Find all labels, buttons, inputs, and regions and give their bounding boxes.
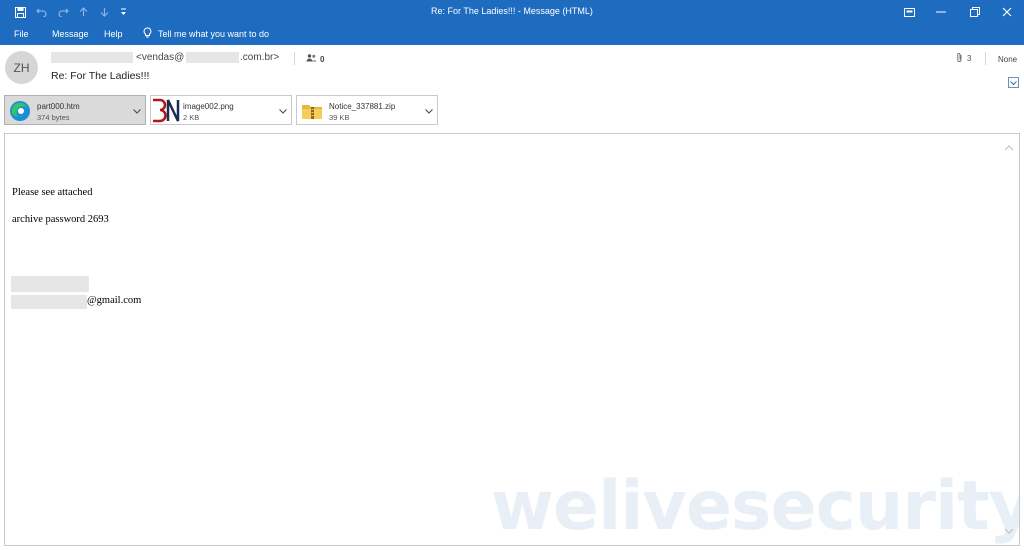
tell-me-search[interactable]: Tell me what you want to do (143, 27, 269, 41)
window-title: Re: For The Ladies!!! - Message (HTML) (431, 6, 593, 16)
paperclip-icon (956, 52, 963, 65)
lightbulb-icon (143, 27, 152, 41)
tab-help[interactable]: Help (104, 29, 123, 39)
minimize-button[interactable] (924, 0, 958, 24)
attachment-size: 374 bytes (37, 113, 70, 122)
scroll-up-icon[interactable] (1004, 143, 1014, 153)
avatar-initials: ZH (13, 60, 30, 75)
attachment-size: 39 KB (329, 113, 350, 122)
body-line-please-see-attached: Please see attached (12, 187, 93, 198)
message-subject: Re: For The Ladies!!! (51, 70, 150, 82)
attachment-part000[interactable]: part000.htm 374 bytes (4, 95, 146, 125)
redacted-signature-name (11, 276, 89, 292)
sender-email-suffix[interactable]: .com.br> (240, 52, 279, 63)
attachment-size: 2 KB (183, 113, 200, 122)
signature-email-suffix: @gmail.com (87, 295, 142, 306)
chevron-down-icon (1010, 78, 1017, 88)
expand-header-button[interactable] (1008, 77, 1019, 88)
image-thumbnail-icon (151, 97, 181, 125)
header-divider (294, 52, 295, 65)
tab-message[interactable]: Message (52, 29, 89, 39)
attachment-name: image002.png (183, 102, 234, 111)
body-line-archive-password: archive password 2693 (12, 214, 109, 225)
restore-button[interactable] (958, 0, 992, 24)
scroll-down-icon[interactable] (1004, 526, 1014, 536)
avatar: ZH (5, 51, 38, 84)
tab-file[interactable]: File (14, 29, 29, 39)
header-divider-right (985, 52, 986, 65)
attachment-name: part000.htm (37, 102, 80, 111)
people-icon (306, 54, 317, 64)
attachment-count-value: 3 (967, 54, 972, 63)
attachment-image002[interactable]: image002.png 2 KB (150, 95, 292, 125)
message-body[interactable]: welivesecurity Please see attached archi… (4, 133, 1020, 546)
chevron-down-icon[interactable] (279, 106, 287, 116)
watermark: welivesecurity (491, 467, 1020, 546)
zip-folder-icon (300, 99, 324, 123)
sender-email-prefix[interactable]: <vendas@ (136, 52, 184, 63)
redacted-sender-name (51, 52, 133, 63)
attachment-notice-zip[interactable]: Notice_337881.zip 39 KB (296, 95, 438, 125)
edge-icon (8, 99, 32, 123)
redacted-sender-domain (186, 52, 239, 63)
redacted-signature-email (11, 295, 87, 309)
close-button[interactable] (990, 0, 1024, 24)
chevron-down-icon[interactable] (133, 106, 141, 116)
flag-label[interactable]: None (998, 55, 1017, 64)
tell-me-label: Tell me what you want to do (158, 29, 270, 39)
chevron-down-icon[interactable] (425, 106, 433, 116)
title-bar: Re: For The Ladies!!! - Message (HTML) (0, 0, 1024, 24)
recipients-button[interactable]: 0 (306, 54, 324, 64)
attachment-name: Notice_337881.zip (329, 102, 396, 111)
recipients-count: 0 (320, 54, 325, 64)
attachment-count: 3 (956, 52, 971, 65)
ribbon-display-options-icon[interactable] (892, 0, 926, 24)
ribbon-tabs: File Message Help Tell me what you want … (0, 24, 1024, 45)
